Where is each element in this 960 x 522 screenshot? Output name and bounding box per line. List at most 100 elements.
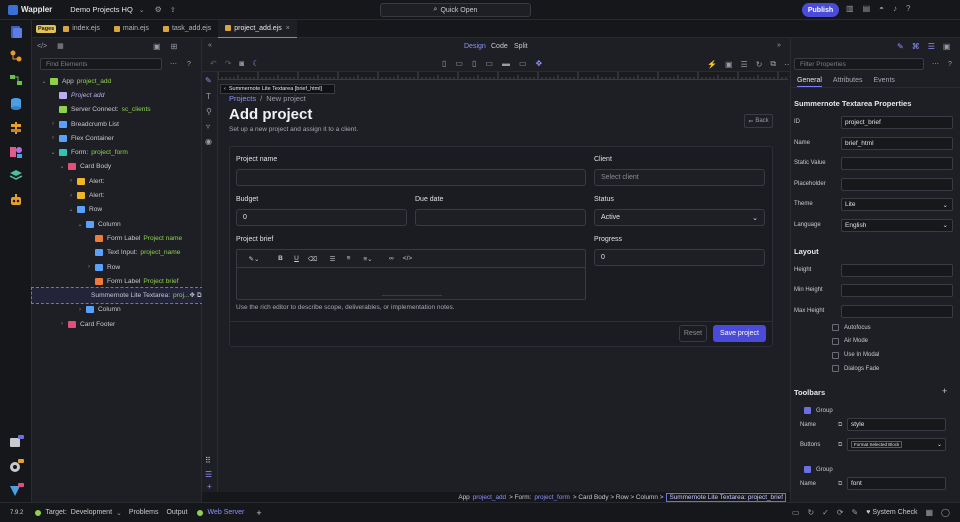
tree-node[interactable]: Server Connect: sc_clients [32, 103, 202, 117]
refresh-icon[interactable]: ↻ [756, 60, 763, 69]
crumb-app[interactable]: App [458, 494, 469, 501]
braces-icon[interactable]: ⌘ [912, 42, 920, 51]
code-icon[interactable]: </> [37, 43, 47, 50]
tree-node[interactable]: Summernote Lite Textarea: proj... ✥ ⧉ [31, 287, 203, 304]
back-button[interactable]: ⇐ Back [744, 114, 773, 128]
ordered-list-icon[interactable]: ≡ [342, 253, 355, 265]
drop-icon[interactable]: ◓ [879, 4, 884, 13]
resize-handle[interactable] [382, 295, 442, 296]
grid-icon[interactable]: ▦ [925, 508, 933, 517]
output-tab[interactable]: Output [166, 509, 187, 516]
reset-button[interactable]: Reset [679, 325, 707, 342]
bind-icon[interactable]: ⧉ [838, 442, 842, 449]
crumb-projects-link[interactable]: Projects [229, 94, 256, 103]
layout-icon[interactable]: ▥ [846, 4, 854, 13]
device-tablet-icon[interactable]: ▯ [472, 59, 476, 68]
component-icon[interactable]: ▣ [943, 42, 951, 51]
property-input[interactable] [841, 264, 953, 277]
database-icon[interactable] [0, 92, 32, 116]
tree-node[interactable]: Form Label Project name [32, 231, 202, 245]
filter-properties-input[interactable]: Filter Properties [794, 58, 924, 70]
list-icon[interactable]: ☰ [205, 470, 212, 479]
option-checkbox[interactable]: Air Mode [832, 337, 868, 345]
bell-icon[interactable]: ♪ [893, 4, 897, 13]
user-icon[interactable]: ◯ [941, 508, 950, 517]
walk-icon[interactable]: ⚲ [206, 107, 212, 116]
collapse-left-icon[interactable]: « [208, 42, 212, 49]
split-view-tab[interactable]: Split [514, 43, 528, 50]
stack-icon[interactable]: ☰ [928, 42, 935, 51]
sync-icon[interactable]: ⟳ [837, 508, 844, 517]
tree-node[interactable]: › Column [32, 303, 202, 317]
budget-input[interactable]: 0 [236, 209, 407, 226]
unordered-list-icon[interactable]: ☰ [326, 253, 339, 265]
workflow-icon[interactable] [0, 68, 32, 92]
close-icon[interactable]: × [286, 25, 290, 32]
redo-icon[interactable]: ↷ [225, 59, 232, 68]
help-icon[interactable]: ? [906, 4, 910, 13]
pencil-icon[interactable]: ✎ [852, 508, 859, 517]
tab-project-add[interactable]: project_add.ejs × [218, 19, 297, 38]
property-input[interactable] [841, 157, 953, 170]
settings-icon[interactable] [0, 454, 32, 478]
share-icon[interactable]: ⇪ [170, 6, 176, 14]
bold-icon[interactable]: B [274, 253, 287, 265]
signpost-icon[interactable] [0, 116, 32, 140]
chevron-down-icon[interactable]: ⌄ [76, 221, 84, 228]
pages-icon[interactable] [0, 20, 32, 44]
add-icon[interactable]: + [256, 508, 261, 518]
magic-icon[interactable]: ⚡ [707, 60, 717, 69]
due-date-input[interactable] [415, 209, 586, 226]
device-phone-icon[interactable]: ▯ [442, 59, 446, 68]
option-checkbox[interactable]: Use In Modal [832, 351, 879, 359]
edit-icon[interactable]: ✎ [897, 42, 904, 51]
help-icon[interactable]: ? [187, 61, 191, 68]
chevron-right-icon[interactable]: › [49, 121, 57, 127]
property-input[interactable] [841, 284, 953, 298]
component-icon[interactable]: ▣ [153, 42, 161, 51]
rows-icon[interactable]: ☰ [741, 60, 748, 69]
tree-node[interactable]: ⌄ App project_add [32, 74, 202, 88]
crumb-form[interactable]: Form: [515, 494, 532, 501]
chevron-down-icon[interactable]: ⌄ [58, 163, 66, 170]
tree-node[interactable]: › Row [32, 260, 202, 274]
external-icon[interactable]: ⧉ [770, 59, 776, 69]
move-icon[interactable]: ✥ [536, 59, 543, 68]
more-icon[interactable]: ⋯ [170, 60, 177, 68]
pro-badge-icon[interactable] [0, 478, 32, 502]
chevron-right-icon[interactable]: › [67, 178, 75, 184]
like-icon[interactable]: ✓ [822, 508, 829, 517]
tab-index[interactable]: index.ejs [56, 20, 107, 38]
group-1-buttons-select[interactable]: Format Selected Block ⌄ [847, 438, 946, 451]
group-2-checkbox[interactable]: Group [804, 466, 833, 473]
quick-open-button[interactable]: ⌕ Quick Open [380, 3, 531, 17]
trash-icon[interactable]: ▿ [206, 122, 210, 131]
hierarchy-icon[interactable]: ⊞ [171, 42, 178, 51]
tree-node[interactable]: › Card Footer [32, 317, 202, 331]
tab-general[interactable]: General [797, 77, 822, 87]
project-name-input[interactable] [236, 169, 586, 186]
tree-node[interactable]: Text Input: project_name [32, 246, 202, 260]
property-input[interactable]: English ⌄ [841, 218, 953, 232]
format-block-chip[interactable]: Format Selected Block [851, 441, 903, 448]
group-1-checkbox[interactable]: Group [804, 407, 833, 414]
link-icon[interactable]: ∞ [385, 253, 398, 265]
camera-icon[interactable]: ◙ [239, 59, 244, 68]
gear-icon[interactable]: ⚙ [155, 5, 162, 14]
robot-icon[interactable] [0, 188, 32, 212]
help-icon[interactable]: ? [948, 61, 952, 68]
find-elements-input[interactable]: Find Elements [40, 58, 162, 70]
system-check-button[interactable]: ♥ System Check [866, 509, 917, 516]
property-input[interactable] [841, 304, 953, 318]
property-input[interactable]: brief_html [841, 136, 953, 150]
group-1-name-input[interactable]: style [847, 418, 946, 431]
book-icon[interactable]: ▤ [863, 4, 871, 13]
target-selector[interactable]: Development [71, 509, 112, 516]
flows-icon[interactable] [0, 44, 32, 68]
tree-node[interactable]: Form Label Project brief [32, 274, 202, 288]
property-input[interactable]: Lite ⌄ [841, 198, 953, 211]
chevron-right-icon[interactable]: › [67, 193, 75, 199]
problems-tab[interactable]: Problems [129, 509, 159, 516]
text-icon[interactable]: T [206, 92, 211, 101]
tree-node[interactable]: › Alert: [32, 174, 202, 188]
